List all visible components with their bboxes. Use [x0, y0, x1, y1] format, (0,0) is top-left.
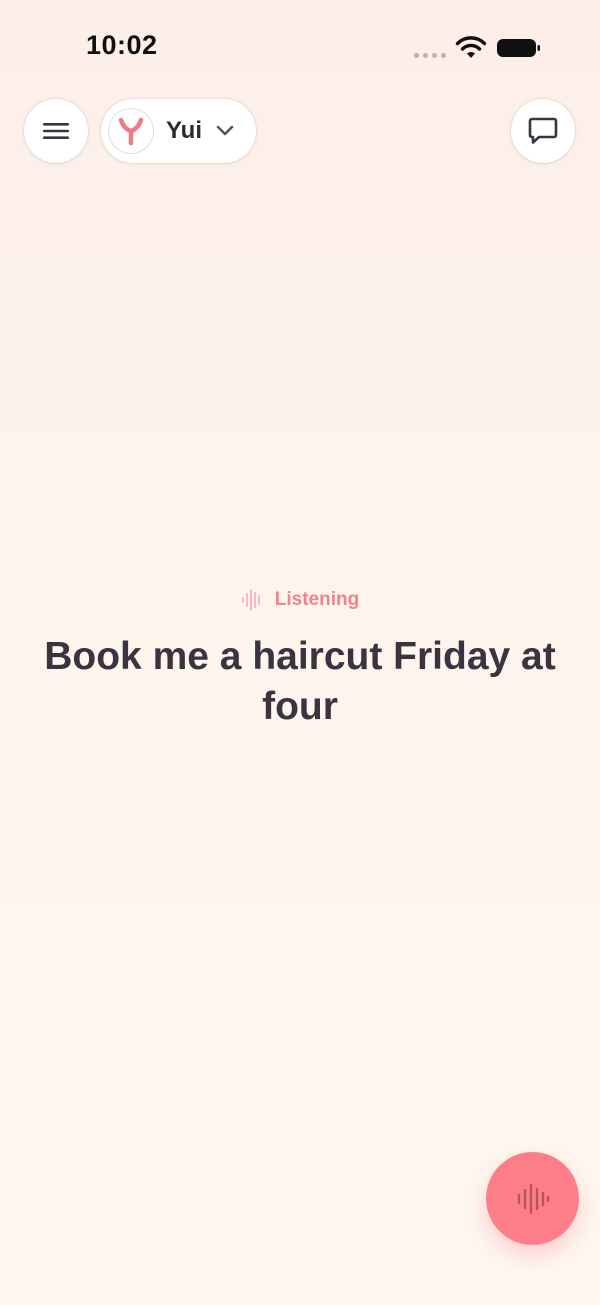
listening-status: Listening: [0, 588, 600, 612]
y-logo-icon: [118, 117, 144, 146]
status-bar: 10:02: [0, 0, 600, 96]
hamburger-menu-icon: [43, 123, 69, 139]
battery-icon: [497, 39, 540, 57]
avatar: [108, 108, 154, 154]
transcript-text: Book me a haircut Friday at four: [44, 635, 556, 728]
chat-bubble-icon: [528, 117, 558, 144]
listening-label: Listening: [274, 589, 360, 610]
signal-dots-icon: [414, 53, 446, 58]
persona-selector[interactable]: Yui: [101, 99, 256, 163]
menu-button[interactable]: [24, 99, 88, 163]
persona-name: Yui: [166, 117, 203, 144]
wifi-icon: [455, 36, 487, 58]
chat-button[interactable]: [511, 99, 575, 163]
sound-wave-icon: [241, 589, 260, 611]
sound-wave-icon: [517, 1183, 549, 1214]
voice-button[interactable]: [486, 1152, 579, 1245]
status-time: 10:02: [86, 30, 158, 60]
chevron-down-icon: [216, 125, 234, 136]
